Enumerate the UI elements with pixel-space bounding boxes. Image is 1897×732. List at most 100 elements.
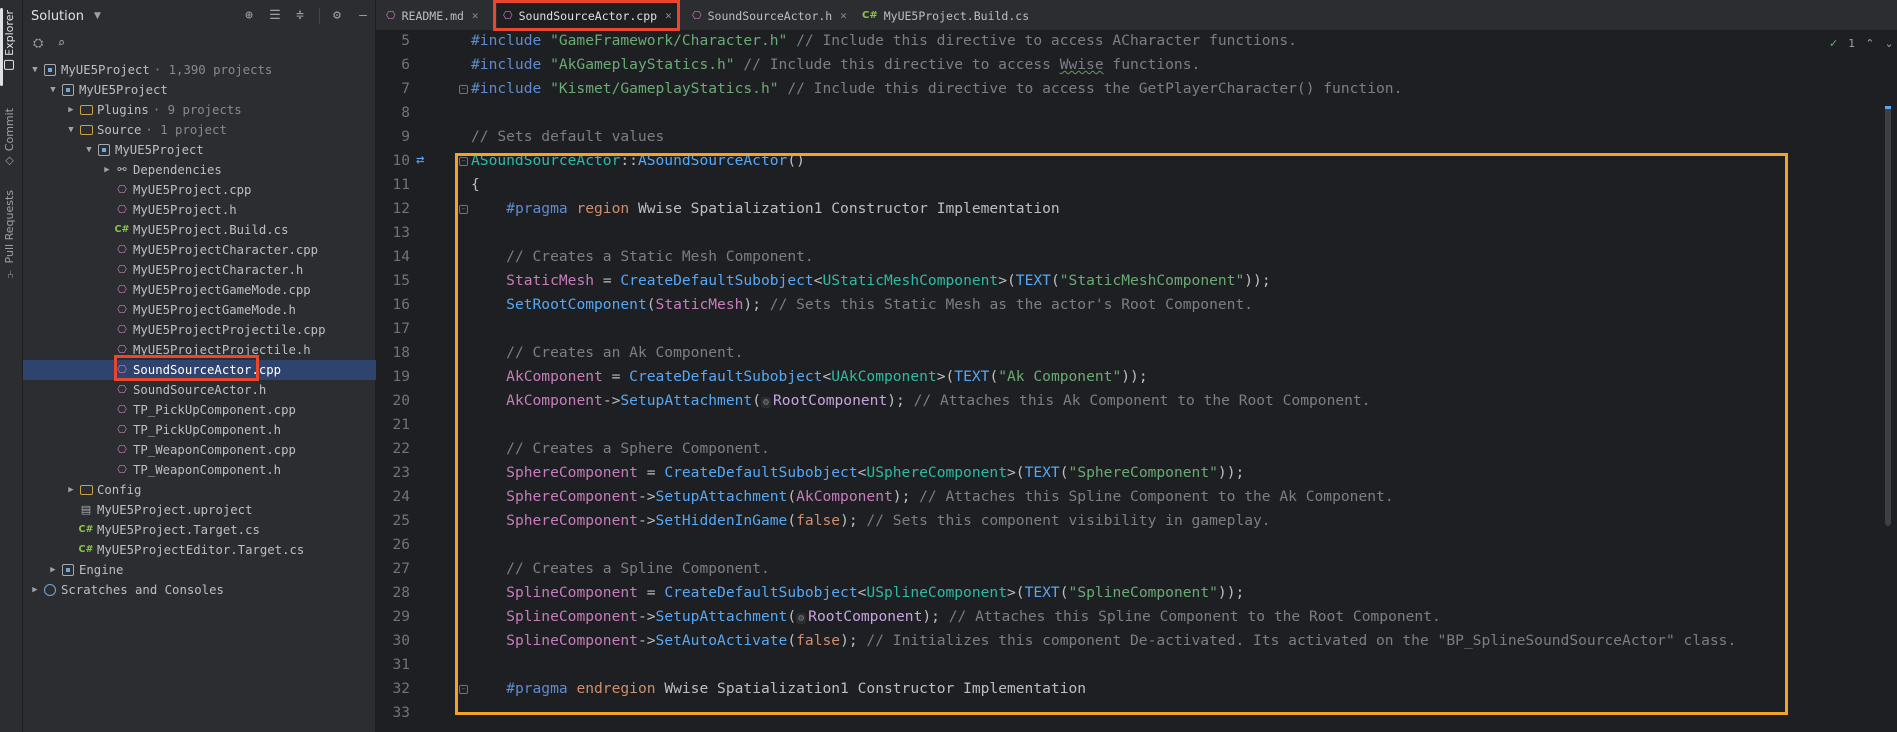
tree-item[interactable]: ▶ Config [23, 480, 376, 500]
tree-item[interactable]: ⎔ TP_WeaponComponent.cpp [23, 440, 376, 460]
tree-item[interactable]: ▶ Scratches and Consoles [23, 580, 376, 600]
close-icon[interactable]: ✕ [472, 9, 479, 22]
gear-icon[interactable]: ⚙ [329, 8, 345, 24]
tree-item[interactable]: ⎔ TP_PickUpComponent.h [23, 420, 376, 440]
tree-item[interactable]: ⎔ MyUE5ProjectProjectile.h [23, 340, 376, 360]
chevron-right-icon[interactable]: ▶ [47, 560, 59, 580]
chevron-down-icon[interactable]: ▼ [65, 120, 77, 140]
tree-item-label: SoundSourceActor.h [133, 383, 267, 397]
editor-tab[interactable]: ⎔ SoundSourceActor.h ✕ [686, 0, 853, 31]
code-line[interactable]: // Sets default values [471, 125, 664, 149]
chevron-down-icon[interactable]: ▼ [83, 140, 95, 160]
tree-item[interactable]: ▼ MyUE5Project · 1,390 projects [23, 60, 376, 80]
editor-tab[interactable]: ⎔ README.md ✕ [380, 0, 485, 31]
tree-item-label: SoundSourceActor.cpp [133, 363, 282, 377]
editor-tab[interactable]: ⎔ SoundSourceActor.cpp ✕ [497, 0, 678, 32]
code-line[interactable]: #include "GameFramework/Character.h" // … [471, 31, 1297, 53]
locate-file-icon[interactable]: ⊕ [241, 8, 257, 24]
code-line[interactable]: #include "AkGameplayStatics.h" // Includ… [471, 53, 1200, 77]
solution-title: Solution [31, 8, 84, 24]
solution-view-selector[interactable]: Solution ▼ [23, 0, 375, 32]
tree-item[interactable]: ⎔ MyUE5Project.h [23, 200, 376, 220]
tree-item[interactable]: ▼ Source · 1 project [23, 120, 376, 140]
chevron-down-icon[interactable]: ▼ [47, 80, 59, 100]
tree-item-label: TP_PickUpComponent.cpp [133, 403, 296, 417]
tree-item[interactable]: ▶ Engine [23, 560, 376, 580]
tree-item[interactable]: ⎔ MyUE5ProjectCharacter.h [23, 260, 376, 280]
tree-item[interactable]: ⎔ SoundSourceActor.cpp [23, 360, 376, 380]
cs-file-icon: C# [114, 224, 130, 235]
arrow-up-icon[interactable]: ⌃ [1865, 37, 1874, 50]
code-token: "AkGameplayStatics.h" [550, 56, 735, 73]
tree-item[interactable]: ▼ MyUE5Project [23, 140, 376, 160]
arrow-down-icon[interactable]: ⌄ [1884, 37, 1893, 50]
tree-item-label: MyUE5ProjectCharacter.cpp [133, 243, 319, 257]
tree-item-label: MyUE5Project.uproject [97, 503, 253, 517]
line-number: 5 [401, 33, 410, 49]
tree-item[interactable]: ▼ MyUE5Project [23, 80, 376, 100]
tree-item[interactable]: ⎔ SoundSourceActor.h [23, 380, 376, 400]
line-number: 28 [392, 585, 410, 601]
cs-file-icon: C# [862, 10, 878, 21]
tree-item[interactable]: ⎔ TP_PickUpComponent.cpp [23, 400, 376, 420]
tree-item[interactable]: ⎔ MyUE5ProjectProjectile.cpp [23, 320, 376, 340]
folder-icon [79, 103, 93, 117]
cpp-file-icon: ⎔ [117, 243, 127, 256]
expand-all-icon[interactable]: ☰ [267, 8, 283, 24]
h-file-icon: ⎔ [117, 463, 127, 476]
tree-item[interactable]: C# MyUE5Project.Build.cs [23, 220, 376, 240]
chevron-right-icon[interactable]: ▶ [29, 580, 41, 600]
line-number: 21 [392, 417, 410, 433]
tree-item[interactable]: C# MyUE5Project.Target.cs [23, 520, 376, 540]
chevron-down-icon[interactable]: ▼ [29, 60, 41, 80]
inspection-widget[interactable]: ✓ 1 ⌃ ⌄ [1829, 37, 1894, 50]
line-number: 32 [392, 681, 410, 697]
tree-item[interactable]: ⎔ MyUE5ProjectGameMode.cpp [23, 280, 376, 300]
pull-requests-tool-tab[interactable]: ⑂ Pull Requests [3, 190, 16, 278]
explorer-label: Explorer [3, 10, 16, 56]
minimize-icon[interactable]: — [355, 8, 371, 24]
commit-tool-tab[interactable]: ◇ Commit [3, 108, 16, 168]
editor-scrollbar[interactable] [1885, 106, 1891, 526]
line-number: 13 [392, 225, 410, 241]
cpp-file-icon: ⎔ [117, 183, 127, 196]
h-file-icon: ⎔ [117, 343, 127, 356]
tree-item[interactable]: ▤ MyUE5Project.uproject [23, 500, 376, 520]
tree-item[interactable]: ▶ ⚯ Dependencies [23, 160, 376, 180]
cpp-file-icon: ⎔ [117, 283, 127, 296]
tree-item-meta: · 1,390 projects [153, 63, 273, 77]
commit-label: Commit [3, 108, 16, 152]
tree-item-label: Scratches and Consoles [61, 583, 224, 597]
tree-item[interactable]: C# MyUE5ProjectEditor.Target.cs [23, 540, 376, 560]
scratches-icon [43, 583, 57, 597]
close-icon[interactable]: ✕ [840, 9, 847, 22]
tree-item[interactable]: ⎔ MyUE5ProjectCharacter.cpp [23, 240, 376, 260]
chevron-right-icon[interactable]: ▶ [65, 480, 77, 500]
pull-requests-label: Pull Requests [3, 190, 16, 264]
filter-icon[interactable]: ⛭ [33, 36, 43, 51]
chevron-right-icon[interactable]: ▶ [101, 160, 113, 180]
constructor-highlight-box [455, 153, 1788, 715]
uproject-icon: ▤ [80, 503, 92, 516]
tree-item[interactable]: ⎔ TP_WeaponComponent.h [23, 460, 376, 480]
fold-marker-icon[interactable]: − [459, 85, 468, 94]
editor-tab[interactable]: C# MyUE5Project.Build.cs [856, 0, 1035, 31]
close-icon[interactable]: ✕ [665, 9, 672, 22]
code-line[interactable]: #include "Kismet/GameplayStatics.h" // I… [471, 77, 1402, 101]
tree-item[interactable]: ⎔ MyUE5Project.cpp [23, 180, 376, 200]
editor-tab-bar: ⎔ README.md ✕ ⎔ SoundSourceActor.cpp ✕ ⎔ SoundS… [376, 0, 1897, 32]
search-icon[interactable]: ⌕ [57, 36, 65, 51]
line-number: 19 [392, 369, 410, 385]
tree-item[interactable]: ▶ Plugins · 9 projects [23, 100, 376, 120]
tree-item-label: Dependencies [133, 163, 222, 177]
chevron-right-icon[interactable]: ▶ [65, 100, 77, 120]
code-token: #include [471, 56, 551, 73]
tree-item-label: MyUE5ProjectProjectile.cpp [133, 323, 326, 337]
tree-item-label: TP_WeaponComponent.cpp [133, 443, 296, 457]
navigate-declaration-icon[interactable]: ⇄ [416, 152, 424, 168]
collapse-all-icon[interactable]: ≑ [292, 8, 308, 24]
tree-item-label: Config [97, 483, 142, 497]
explorer-tool-tab[interactable]: Explorer [3, 10, 16, 70]
line-number: 18 [392, 345, 410, 361]
tree-item[interactable]: ⎔ MyUE5ProjectGameMode.h [23, 300, 376, 320]
